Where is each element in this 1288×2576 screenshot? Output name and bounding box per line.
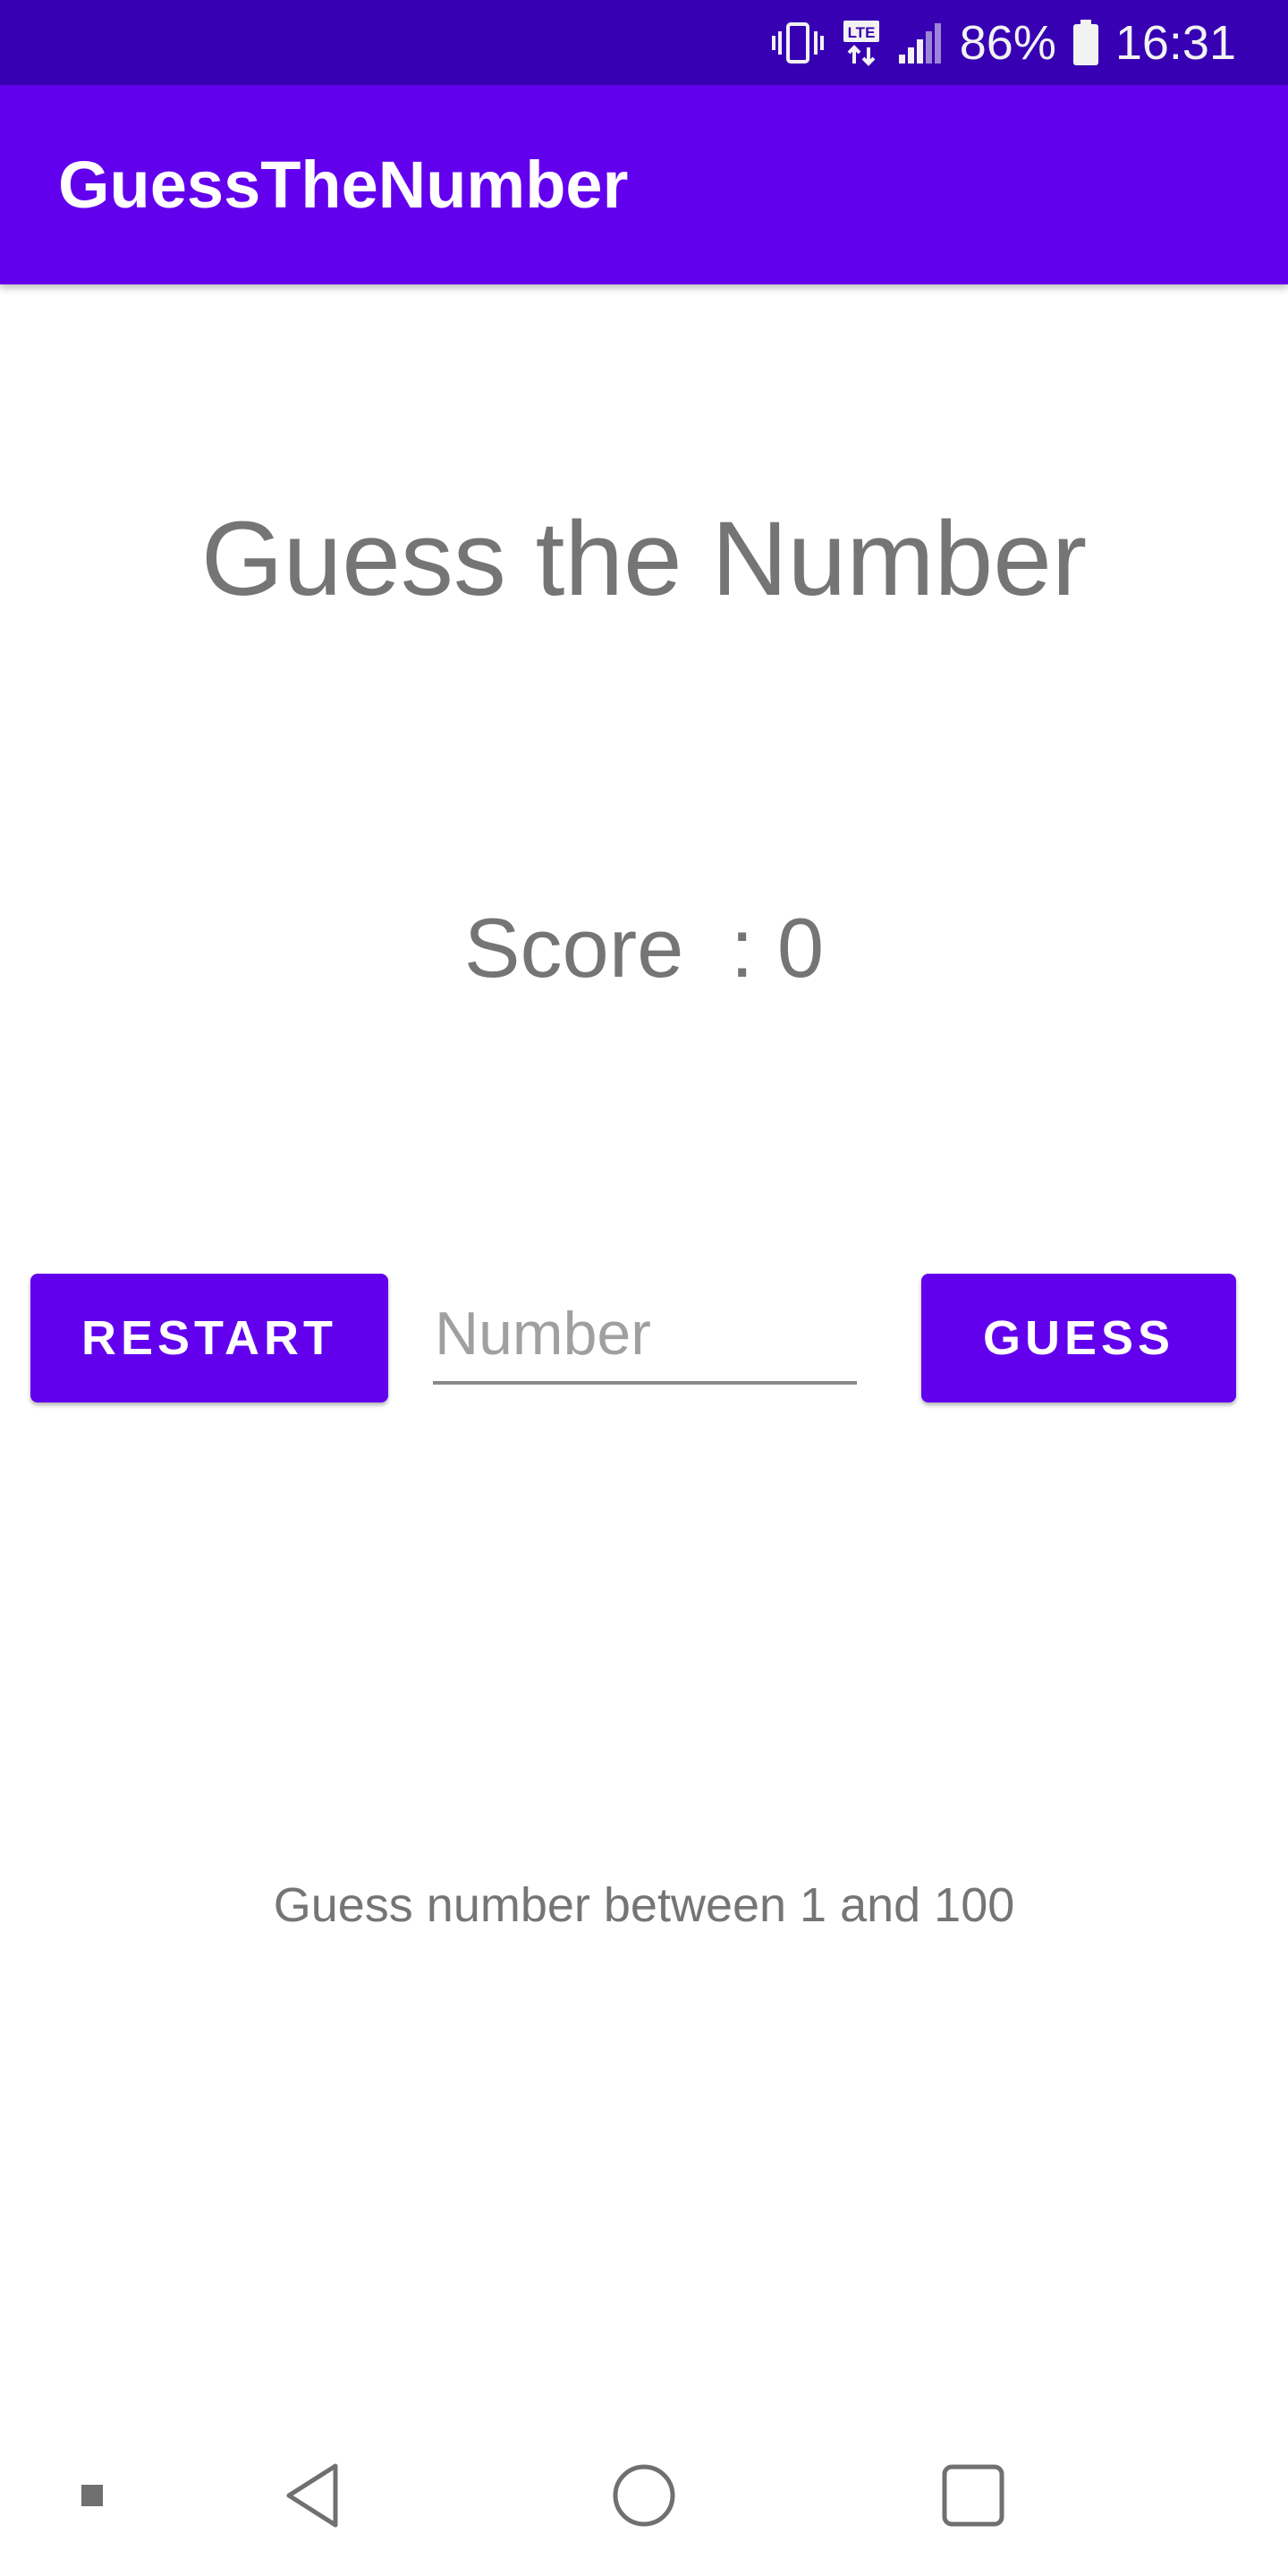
navigation-bar <box>0 2415 1288 2576</box>
vibrate-icon <box>770 21 826 65</box>
svg-text:LTE: LTE <box>847 24 875 41</box>
signal-icon <box>897 21 944 65</box>
recents-icon[interactable] <box>928 2415 1018 2576</box>
home-icon[interactable] <box>599 2415 689 2576</box>
app-bar: GuessTheNumber <box>0 85 1288 284</box>
guess-button[interactable]: GUESS <box>921 1274 1236 1402</box>
score-label: Score : 0 <box>463 901 825 995</box>
clock: 16:31 <box>1114 15 1236 70</box>
page-title: Guess the Number <box>200 500 1088 618</box>
menu-dot-icon[interactable] <box>63 2415 122 2576</box>
battery-icon <box>1072 19 1099 67</box>
back-icon[interactable] <box>268 2415 358 2576</box>
battery-percent: 86% <box>959 15 1056 70</box>
number-input[interactable] <box>433 1286 857 1385</box>
status-bar: LTE 86% 16:31 <box>0 0 1288 85</box>
app-title: GuessTheNumber <box>58 148 629 222</box>
hint-text: Guess number between 1 and 100 <box>273 1878 1015 1932</box>
lte-icon: LTE <box>842 19 881 67</box>
restart-button[interactable]: RESTART <box>30 1274 388 1402</box>
status-icons: LTE 86% 16:31 <box>770 0 1236 85</box>
